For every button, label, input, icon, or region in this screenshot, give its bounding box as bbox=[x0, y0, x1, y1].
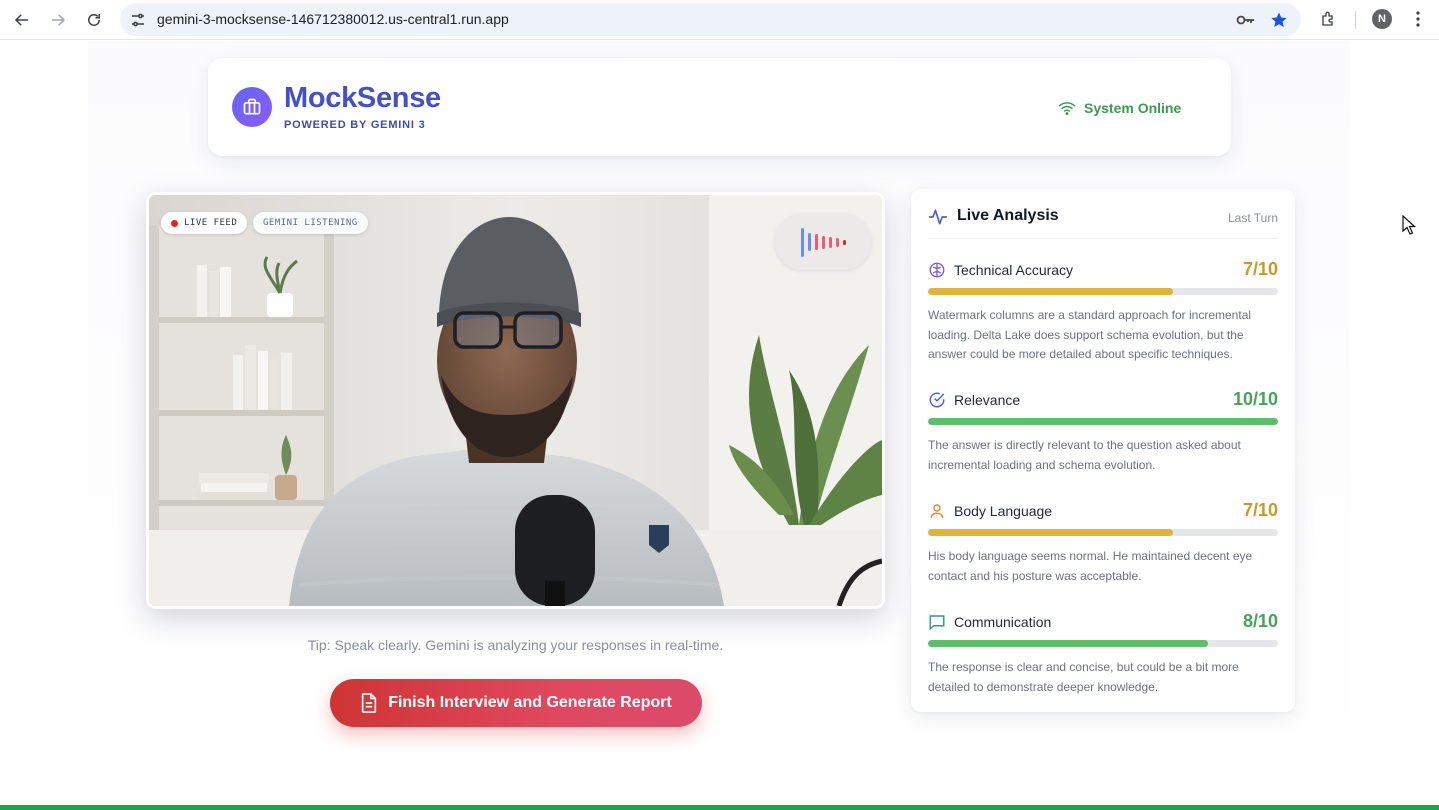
briefcase-icon bbox=[232, 87, 272, 127]
finish-interview-button[interactable]: Finish Interview and Generate Report bbox=[330, 679, 702, 727]
audio-visualizer bbox=[775, 214, 871, 270]
audio-level-bar bbox=[835, 237, 839, 247]
chat-icon bbox=[929, 615, 945, 631]
app-header: MockSense POWERED BY GEMINI 3 System Onl… bbox=[208, 58, 1231, 156]
live-analysis-panel: Live Analysis Last Turn Technical Accura… bbox=[911, 189, 1295, 712]
metric-label: Body Language bbox=[954, 503, 1053, 519]
more-menu-icon[interactable] bbox=[1408, 8, 1428, 30]
password-key-icon[interactable] bbox=[1235, 10, 1257, 30]
metric-score: 7/10 bbox=[1242, 500, 1278, 520]
live-feed-label: LIVE FEED bbox=[184, 218, 238, 228]
site-info-icon[interactable] bbox=[128, 10, 148, 30]
metric-score: 10/10 bbox=[1232, 389, 1278, 409]
header-divider bbox=[928, 238, 1278, 239]
audio-level-bar bbox=[807, 233, 811, 251]
metric-description: Watermark columns are a standard approac… bbox=[928, 308, 1252, 361]
live-feed-badge: LIVE FEED bbox=[161, 212, 248, 234]
metric-label: Communication bbox=[954, 614, 1052, 630]
metric-description: His body language seems normal. He maint… bbox=[928, 549, 1253, 583]
audio-level-bar bbox=[842, 239, 846, 245]
metric-progress-fill bbox=[928, 640, 1208, 647]
bottom-accent-strip bbox=[0, 805, 1439, 810]
webcam-image bbox=[149, 195, 882, 606]
browser-toolbar: gemini-3-mocksense-146712380012.us-centr… bbox=[0, 0, 1439, 40]
url-text[interactable]: gemini-3-mocksense-146712380012.us-centr… bbox=[157, 11, 509, 27]
system-status: System Online bbox=[1058, 98, 1181, 118]
forward-icon[interactable] bbox=[46, 8, 70, 32]
brand-title: MockSense bbox=[284, 82, 441, 114]
metric-score: 7/10 bbox=[1242, 259, 1278, 279]
document-icon bbox=[362, 693, 377, 713]
audio-level-bar bbox=[821, 235, 825, 249]
audio-level-bar bbox=[800, 227, 804, 257]
metric-progress-bar bbox=[928, 288, 1278, 295]
metric-progress-bar bbox=[928, 418, 1278, 425]
metric-progress-fill bbox=[928, 288, 1173, 295]
metric-label: Relevance bbox=[954, 392, 1021, 408]
wifi-icon bbox=[1058, 102, 1076, 116]
metric-score: 8/10 bbox=[1242, 611, 1278, 631]
metric-progress-fill bbox=[928, 529, 1173, 536]
audio-level-bar bbox=[828, 236, 832, 248]
last-turn-label: Last Turn bbox=[1227, 211, 1278, 225]
address-bar[interactable]: gemini-3-mocksense-146712380012.us-centr… bbox=[120, 3, 1301, 36]
audio-level-bar bbox=[814, 234, 818, 250]
live-indicator-dot bbox=[171, 219, 178, 227]
metric-description: The answer is directly relevant to the q… bbox=[928, 438, 1241, 472]
metric-progress-bar bbox=[928, 640, 1278, 647]
gemini-listening-badge: GEMINI LISTENING bbox=[253, 212, 368, 234]
status-text: System Online bbox=[1084, 100, 1182, 116]
metric-progress-bar bbox=[928, 529, 1278, 536]
activity-pulse-icon bbox=[928, 209, 948, 225]
toolbar-divider bbox=[1355, 11, 1356, 29]
analysis-title: Live Analysis bbox=[957, 207, 1059, 224]
brand-subtitle: POWERED BY GEMINI 3 bbox=[284, 119, 426, 131]
finish-button-label[interactable]: Finish Interview and Generate Report bbox=[388, 694, 672, 712]
video-feed-panel: LIVE FEED GEMINI LISTENING bbox=[146, 192, 885, 609]
mouse-cursor-icon bbox=[1402, 215, 1416, 235]
profile-avatar[interactable]: N bbox=[1372, 9, 1392, 29]
tip-text: Tip: Speak clearly. Gemini is analyzing … bbox=[307, 637, 724, 653]
reload-icon[interactable] bbox=[82, 8, 106, 32]
listening-label: GEMINI LISTENING bbox=[263, 218, 358, 228]
person-icon bbox=[930, 504, 944, 518]
check-circle-icon bbox=[929, 392, 945, 408]
brain-icon bbox=[929, 262, 945, 278]
analysis-header: Live Analysis Last Turn bbox=[928, 207, 1278, 229]
metric-progress-fill bbox=[928, 418, 1278, 425]
back-icon[interactable] bbox=[10, 8, 34, 32]
metric-label: Technical Accuracy bbox=[954, 262, 1074, 278]
bookmark-star-icon[interactable] bbox=[1268, 9, 1290, 31]
extensions-icon[interactable] bbox=[1318, 8, 1340, 30]
metric-description: The response is clear and concise, but c… bbox=[928, 660, 1239, 694]
